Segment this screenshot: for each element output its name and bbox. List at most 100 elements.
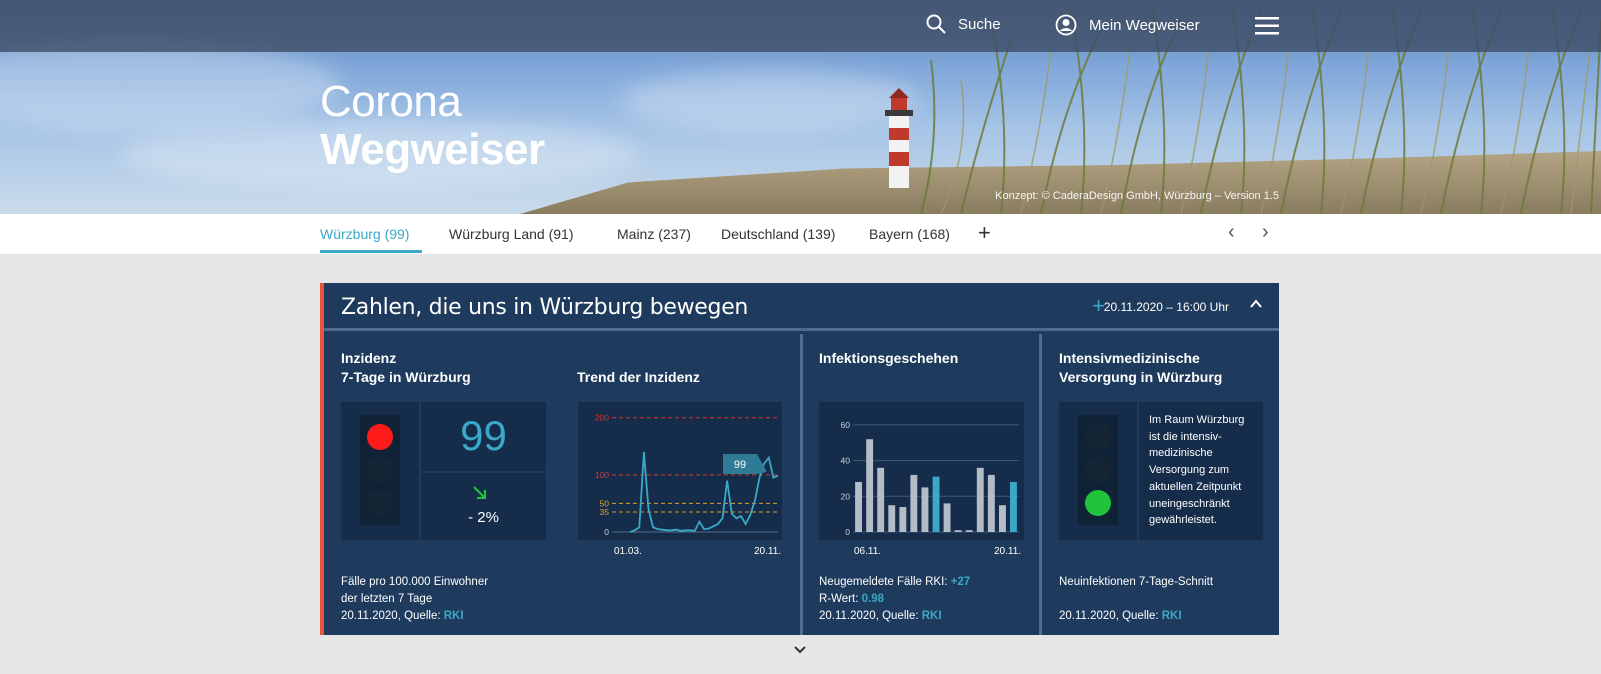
trend-x-end: 20.11.: [754, 546, 782, 557]
stats-panel: Zahlen, die uns in Würzburg bewegen + 20…: [320, 283, 1279, 635]
incidence-footer-date-line: 20.11.2020, Quelle: RKI: [341, 608, 488, 625]
chevron-right-icon[interactable]: ›: [1262, 221, 1269, 244]
infection-chart-box: 0 20 40 60: [819, 402, 1024, 540]
new-cases-line: Neugemeldete Fälle RKI: +27: [819, 574, 970, 591]
box-divider: [421, 471, 546, 473]
bar-y-tick: 40: [841, 456, 851, 466]
r-value: 0.98: [861, 593, 884, 605]
bar: [999, 505, 1006, 532]
bar: [921, 487, 929, 532]
chevron-down-icon[interactable]: [793, 644, 807, 656]
traffic-light: [360, 415, 400, 525]
rki-source-link[interactable]: RKI: [444, 610, 464, 622]
signal-light-off: [367, 456, 393, 483]
search-button[interactable]: Suche: [926, 14, 1001, 34]
bar-y-tick: 60: [841, 420, 851, 430]
bar: [954, 530, 962, 532]
tab-deutschland[interactable]: Deutschland (139): [721, 226, 835, 242]
new-cases-label: Neugemeldete Fälle RKI:: [819, 576, 948, 588]
rki-source-link[interactable]: RKI: [922, 610, 942, 622]
trend-y-tick: 35: [600, 507, 610, 517]
tab-wuerzburg[interactable]: Würzburg (99): [320, 226, 409, 242]
r-value-line: R-Wert: 0.98: [819, 591, 970, 608]
top-bar: Suche Mein Wegweiser: [0, 0, 1601, 52]
icu-footer-date-line: 20.11.2020, Quelle: RKI: [1059, 608, 1213, 625]
incidence-heading-line1: Inzidenz: [341, 350, 397, 366]
region-tabs: Würzburg (99) Würzburg Land (91) Mainz (…: [0, 214, 1601, 254]
bar: [877, 467, 885, 532]
hero-title-line2: Wegweiser: [320, 125, 545, 174]
menu-icon[interactable]: [1255, 17, 1279, 35]
infection-x-start: 06.11.: [854, 546, 882, 557]
incidence-footer-line1: Fälle pro 100.000 Einwohner: [341, 576, 489, 588]
icu-footer: Neuinfektionen 7-Tage-Schnitt 20.11.2020…: [1059, 574, 1213, 625]
infection-footer: Neugemeldete Fälle RKI: +27 R-Wert: 0.98…: [819, 574, 970, 625]
box-divider: [1137, 402, 1139, 540]
incidence-heading: Inzidenz 7-Tage in Würzburg: [341, 349, 471, 387]
bar: [943, 503, 951, 532]
bar: [855, 482, 862, 532]
tab-wuerzburg-land[interactable]: Würzburg Land (91): [449, 226, 574, 242]
add-tab-button[interactable]: +: [978, 220, 991, 246]
r-value-label: R-Wert:: [819, 593, 859, 605]
infection-chart: 0 20 40 60: [841, 420, 1019, 537]
signal-light-off: [367, 489, 393, 516]
tab-mainz[interactable]: Mainz (237): [617, 226, 691, 242]
trend-y-tick: 100: [595, 470, 609, 480]
rki-source-link[interactable]: RKI: [1162, 610, 1182, 622]
column-divider: [800, 334, 803, 635]
bar: [866, 439, 874, 532]
traffic-light: [1078, 415, 1118, 525]
hero-banner: Suche Mein Wegweiser Corona Wegweiser Ko…: [0, 0, 1601, 214]
incidence-heading-line2: 7-Tage in Würzburg: [341, 369, 471, 385]
chevron-up-icon[interactable]: [1249, 297, 1263, 311]
signal-light-off: [1085, 456, 1111, 483]
hero-title: Corona Wegweiser: [320, 80, 545, 172]
cloud: [0, 40, 340, 130]
bar: [932, 476, 940, 532]
tab-bayern[interactable]: Bayern (168): [869, 226, 950, 242]
credit-text: Konzept: © CaderaDesign GmbH, Würzburg –…: [995, 190, 1279, 202]
incidence-footer-line2: der letzten 7 Tage: [341, 593, 433, 605]
bar-y-tick: 20: [841, 491, 851, 501]
bar-y-tick: 0: [845, 527, 850, 537]
icu-box: Im Raum Würzburg ist die intensiv-medizi…: [1059, 402, 1263, 540]
trend-y-tick: 200: [595, 413, 609, 423]
bar: [1010, 482, 1017, 532]
bar: [888, 505, 896, 532]
panel-title: Zahlen, die uns in Würzburg bewegen: [341, 295, 749, 320]
infection-heading: Infektionsgeschehen: [819, 350, 959, 366]
hero-title-line1: Corona: [320, 77, 462, 126]
icu-footer-date: 20.11.2020, Quelle:: [1059, 610, 1159, 622]
signal-light-off: [1085, 424, 1111, 451]
trend-heading: Trend der Inzidenz: [577, 369, 700, 385]
column-divider: [1039, 334, 1042, 635]
new-cases-value: +27: [950, 576, 971, 588]
trend-chart-box: 0 35 50 100 200 99: [578, 402, 782, 540]
account-button[interactable]: Mein Wegweiser: [1055, 14, 1200, 36]
infection-footer-date-line: 20.11.2020, Quelle: RKI: [819, 608, 970, 625]
bar: [899, 507, 907, 532]
icu-heading-line1: Intensivmedizinische: [1059, 350, 1200, 366]
incidence-change: - 2%: [468, 509, 499, 526]
incidence-footer: Fälle pro 100.000 Einwohner der letzten …: [341, 574, 488, 625]
trend-y-tick: 0: [604, 527, 609, 537]
user-icon: [1055, 14, 1077, 36]
trend-callout-label: 99: [734, 459, 746, 471]
trend-x-start: 01.03.: [614, 546, 642, 557]
trend-chart: 0 3550 100 200 99: [595, 413, 779, 537]
chevron-left-icon[interactable]: ‹: [1228, 221, 1235, 244]
bar: [976, 467, 984, 532]
bar: [910, 474, 918, 532]
trend-callout-pointer: [757, 454, 767, 474]
incidence-value: 99: [460, 412, 507, 459]
account-label: Mein Wegweiser: [1089, 16, 1200, 34]
trend-y-tick: 50: [600, 498, 610, 508]
incidence-footer-date: 20.11.2020, Quelle:: [341, 610, 441, 622]
icu-footer-label: Neuinfektionen 7-Tage-Schnitt: [1059, 576, 1214, 588]
icu-heading: Intensivmedizinische Versorgung in Würzb…: [1059, 349, 1222, 387]
arrow-down-right-icon: [473, 486, 486, 499]
bar: [987, 474, 995, 532]
infection-footer-date: 20.11.2020, Quelle:: [819, 610, 919, 622]
